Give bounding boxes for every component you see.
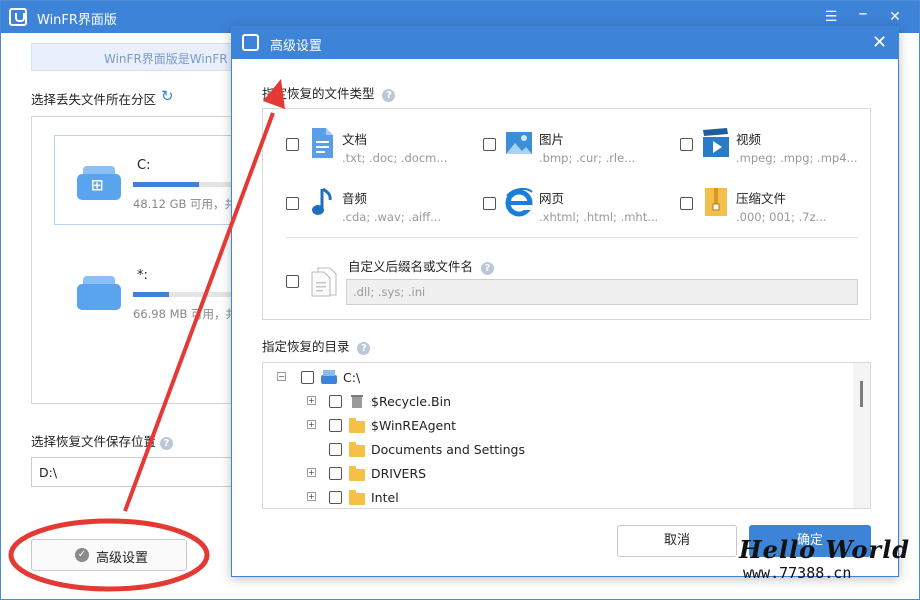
file-type-extensions: .cda; .wav; .aiff... [342,210,442,224]
app-logo-icon [9,8,27,26]
tree-item-label: Intel [371,490,399,505]
save-location-label: 选择恢复文件保存位置 ? [31,431,173,450]
checkbox[interactable] [286,138,299,151]
winfr-main-window: WinFR界面版 ☰ – ✕ WinFR界面版是WinFR 选择丢失文件所在分区… [0,0,920,600]
file-type-audio[interactable]: 音频 .cda; .wav; .aiff... [286,182,476,228]
file-type-extensions: .txt; .doc; .docm... [342,151,448,165]
file-type-web[interactable]: 网页 .xhtml; .html; .mht... [483,182,673,228]
video-icon [703,128,729,157]
checkbox[interactable] [680,138,693,151]
file-type-extensions: .bmp; .cur; .rle... [539,151,636,165]
partition-size: 66.98 MB 可用，共 [133,307,238,321]
help-icon[interactable]: ? [480,262,494,275]
file-type-archive[interactable]: 压缩文件 .000; 001; .7z... [680,182,870,228]
advanced-settings-button[interactable]: ✓ 高级设置 [31,539,187,571]
tree-item-label: $WinREAgent [371,418,457,433]
file-type-name: 图片 [539,132,565,147]
directory-tree: − C:\ + $Recycle.Bin + $WinREAgent Docum… [262,362,871,509]
advanced-settings-dialog: 高级设置 ✕ 指定恢复的文件类型 ? 文档 .txt; .doc; .docm.… [231,26,899,577]
checkbox[interactable] [286,197,299,210]
close-icon[interactable]: ✕ [885,7,905,27]
watermark-title: Hello World [739,535,911,564]
collapse-icon[interactable]: − [277,372,286,381]
dialog-title: 高级设置 [270,39,323,54]
custom-checkbox[interactable] [286,275,299,288]
minimize-icon[interactable]: – [853,4,873,24]
folder-icon [349,490,365,505]
custom-file-icon [311,267,337,297]
file-type-name: 音频 [342,191,368,206]
checkbox[interactable] [329,419,342,432]
tree-item-label: DRIVERS [371,466,427,481]
folder-icon [349,442,365,457]
custom-extension-input[interactable]: .dll; .sys; .ini [346,279,858,305]
file-types-panel: 文档 .txt; .doc; .docm... 图片 .bmp; .cur; .… [262,108,871,320]
recycle-bin-icon [351,395,363,408]
main-window-title: WinFR界面版 [37,13,117,28]
partition-label: 选择丢失文件所在分区 [31,92,157,107]
checkbox[interactable] [483,138,496,151]
tree-item-label: Documents and Settings [371,442,526,457]
file-type-extensions: .mpeg; .mpg; .mp4... [736,151,858,165]
directories-label: 指定恢复的目录 ? [262,336,371,355]
tree-scrollbar[interactable] [853,363,870,508]
cancel-button[interactable]: 取消 [617,525,737,557]
file-type-name: 文档 [342,132,368,147]
expand-icon[interactable]: + [307,420,316,429]
partition-name: *: [137,268,148,283]
partition-item-star[interactable]: *: 66.98 MB 可用，共 [54,245,254,335]
scrollbar-thumb[interactable] [860,381,863,407]
gear-icon: ✓ [75,548,89,562]
checkbox[interactable] [329,443,342,456]
partition-item-c[interactable]: ⊞ C: 48.12 GB 可用，共 [54,135,254,225]
drive-icon [321,370,337,384]
checkbox[interactable] [329,395,342,408]
document-icon [312,128,333,158]
menu-icon[interactable]: ☰ [821,7,841,27]
file-type-name: 视频 [736,132,762,147]
divider [285,237,859,238]
file-type-name: 压缩文件 [736,191,787,206]
checkbox[interactable] [329,467,342,480]
checkbox[interactable] [301,371,314,384]
file-type-name: 网页 [539,191,565,206]
web-icon [505,187,533,217]
drive-icon [77,276,121,312]
expand-icon[interactable]: + [307,396,316,405]
dialog-close-icon[interactable]: ✕ [872,32,887,53]
picture-icon [506,132,532,154]
folder-icon [349,466,365,481]
checkbox[interactable] [680,197,693,210]
folder-icon [349,418,365,433]
refresh-icon[interactable]: ↻ [161,88,177,104]
tree-item-label: C:\ [343,370,361,385]
app-logo-icon [242,34,259,51]
partition-list: ⊞ C: 48.12 GB 可用，共 *: 66.98 MB 可用，共 [31,116,254,404]
save-path-field[interactable]: D:\ [31,457,241,487]
dialog-title-bar: 高级设置 ✕ [232,27,898,59]
file-type-video[interactable]: 视频 .mpeg; .mpg; .mp4... [680,123,870,169]
file-types-label: 指定恢复的文件类型 ? [262,83,396,102]
checkbox[interactable] [329,491,342,504]
help-icon[interactable]: ? [382,89,396,102]
expand-icon[interactable]: + [307,492,316,501]
expand-icon[interactable]: + [307,468,316,477]
tree-item-label: $Recycle.Bin [371,394,452,409]
help-icon[interactable]: ? [357,342,371,355]
file-type-extensions: .xhtml; .html; .mht... [539,210,659,224]
archive-icon [705,188,727,216]
drive-icon: ⊞ [77,166,121,202]
file-type-picture[interactable]: 图片 .bmp; .cur; .rle... [483,123,673,169]
audio-icon [312,187,332,215]
file-type-extensions: .000; 001; .7z... [736,210,827,224]
checkbox[interactable] [483,197,496,210]
partition-name: C: [137,158,151,173]
info-banner: WinFR界面版是WinFR [31,43,241,71]
custom-extension-label: 自定义后缀名或文件名 ? [348,256,494,275]
partition-size: 48.12 GB 可用，共 [133,197,237,211]
help-icon[interactable]: ? [160,437,173,450]
advanced-settings-label: 高级设置 [96,551,149,566]
file-type-document[interactable]: 文档 .txt; .doc; .docm... [286,123,476,169]
watermark-url: www.77388.cn [743,564,852,582]
